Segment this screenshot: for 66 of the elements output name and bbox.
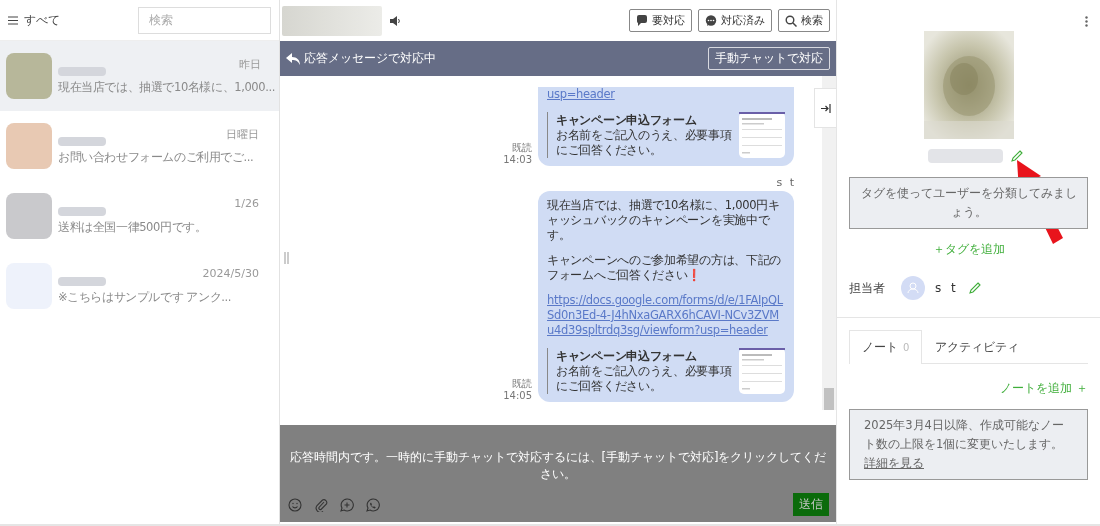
chat-list-item[interactable]: 2024/5/30 ※こちらはサンプルです アンク... — [0, 251, 279, 321]
chat-date: 1/26 — [234, 197, 259, 210]
notice-text: 2025年3月4日以降、作成可能なノート数の上限を1個に変更いたします。 詳細を見る — [864, 417, 1065, 472]
chat-list-item[interactable]: 日曜日 お問い合わせフォームのご利用でご... — [0, 111, 279, 181]
pencil-icon[interactable] — [968, 282, 981, 294]
manual-chat-button[interactable]: 手動チャットで対応 — [708, 47, 830, 70]
message-text: 現在当店では、抽選で10名様に、1,000円キャッシュバックのキャンペーンを実施中です。 — [547, 198, 781, 243]
send-button[interactable]: 送信 — [793, 493, 829, 516]
redacted-name — [58, 207, 106, 216]
tab[interactable]: アクティビティ — [922, 330, 1033, 364]
banner-text: 応答メッセージで対応中 — [304, 50, 436, 67]
card-title: キャンペーン申込フォーム — [556, 348, 698, 364]
filter-button[interactable]: 検索 — [778, 9, 830, 32]
filter-button[interactable]: 要対応 — [629, 9, 692, 32]
card-title: キャンペーン申込フォーム — [556, 112, 698, 128]
assignee-label: 担当者 — [849, 279, 885, 297]
chat-date: 昨日 — [238, 57, 261, 72]
details-link[interactable]: 詳細を見る — [864, 456, 924, 470]
pencil-icon[interactable] — [1011, 150, 1023, 162]
message-preview: 現在当店では、抽選で10名様に、1,000... — [58, 80, 275, 95]
chat-date: 2024/5/30 — [202, 267, 259, 280]
resize-handle-icon[interactable] — [284, 252, 289, 264]
chat-dots-icon — [705, 14, 717, 27]
sender-name: s t — [776, 176, 796, 189]
assignee-name: s t — [935, 281, 959, 295]
filter-menu[interactable]: すべて — [8, 11, 60, 29]
chat-bubble-icon — [636, 14, 648, 27]
url-link[interactable]: usp=header — [547, 87, 785, 102]
search-field[interactable]: 検索 — [138, 6, 271, 34]
add-tag-link[interactable]: ＋タグを追加 — [932, 241, 1005, 258]
phone-bubble-icon[interactable] — [366, 497, 380, 512]
redacted-name — [58, 277, 106, 286]
link-preview-card[interactable]: キャンペーン申込フォーム お名前をご記入のうえ、必要事項にご回答ください。 — [547, 348, 785, 394]
chat-plus-icon[interactable] — [340, 497, 354, 512]
card-description: お名前をご記入のうえ、必要事項にご回答ください。 — [556, 127, 733, 158]
tag-hint-box: タグを使ってユーザーを分類してみましょう。 — [849, 177, 1088, 229]
chat-list-item[interactable]: 1/26 送料は全国一律500円です。 — [0, 181, 279, 251]
link-preview-card[interactable]: キャンペーン申込フォーム お名前をご記入のうえ、必要事項にご回答ください。 — [547, 112, 785, 158]
more-icon[interactable] — [1085, 16, 1088, 27]
menu-icon — [8, 15, 18, 25]
card-description: お名前をご記入のうえ、必要事項にご回答ください。 — [556, 363, 733, 394]
redacted-name — [58, 137, 106, 146]
url-link[interactable]: https://docs.google.com/forms/d/e/1FAIpQLSd0n3Ed-4-J4hNxaGARX6hCAVI-NCv3ZVMu4d39spltrdq3sg/viewform?usp=header — [547, 293, 785, 338]
read-status: 既読 — [511, 142, 532, 154]
user-avatar-icon — [901, 276, 925, 300]
message-preview: 送料は全国一律500円です。 — [58, 220, 208, 235]
redacted-name — [58, 67, 106, 76]
chat-list-item[interactable]: 昨日 現在当店では、抽選で10名様に、1,000... — [0, 41, 279, 111]
message-preview: お問い合わせフォームのご利用でご... — [58, 150, 255, 165]
composer-notice: 応答時間内です。一時的に手動チャットで対応するには、[手動チャットで対応]をクリックしてください。 — [288, 449, 828, 483]
emoji-icon[interactable] — [288, 497, 302, 512]
collapse-icon — [820, 103, 831, 113]
tab[interactable]: ノート 0 — [849, 330, 923, 364]
message-text: キャンペーンへのご参加希望の方は、下記のフォームへご回答ください❗ — [547, 253, 782, 283]
add-note-link[interactable]: ノートを追加 ＋ — [1000, 380, 1088, 397]
message-preview: ※こちらはサンプルです アンク... — [58, 290, 233, 305]
paperclip-icon[interactable] — [314, 497, 328, 512]
search-icon — [785, 14, 797, 27]
chat-date: 日曜日 — [226, 127, 259, 142]
read-status: 既読 — [511, 378, 532, 390]
message-time: 14:03 — [503, 154, 532, 166]
speaker-icon[interactable] — [390, 15, 401, 26]
collapse-panel-button[interactable] — [814, 88, 836, 128]
filter-button[interactable]: 対応済み — [698, 9, 772, 32]
message-time: 14:05 — [503, 390, 532, 402]
reply-icon — [286, 52, 300, 65]
